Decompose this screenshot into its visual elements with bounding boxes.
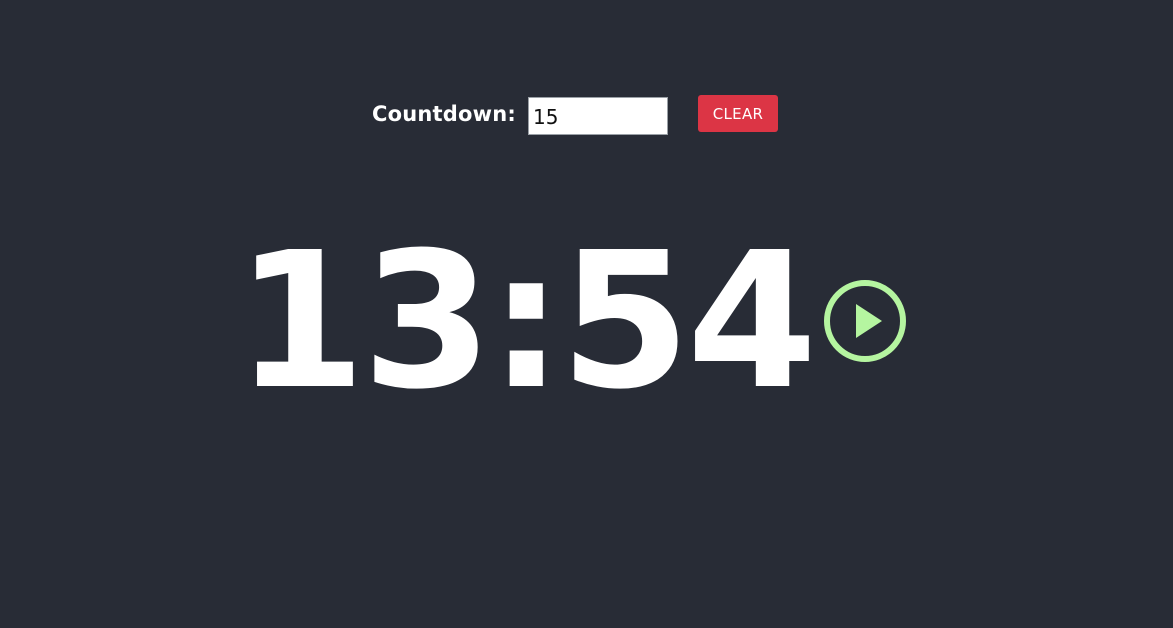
play-button[interactable]: [822, 278, 908, 364]
countdown-input[interactable]: [528, 97, 668, 135]
countdown-label: Countdown:: [372, 102, 516, 126]
timer-display: 13:54: [235, 212, 817, 431]
play-circle-icon: [824, 280, 906, 362]
countdown-controls: Countdown: CLEAR: [0, 0, 1173, 150]
clear-button[interactable]: CLEAR: [698, 95, 778, 132]
